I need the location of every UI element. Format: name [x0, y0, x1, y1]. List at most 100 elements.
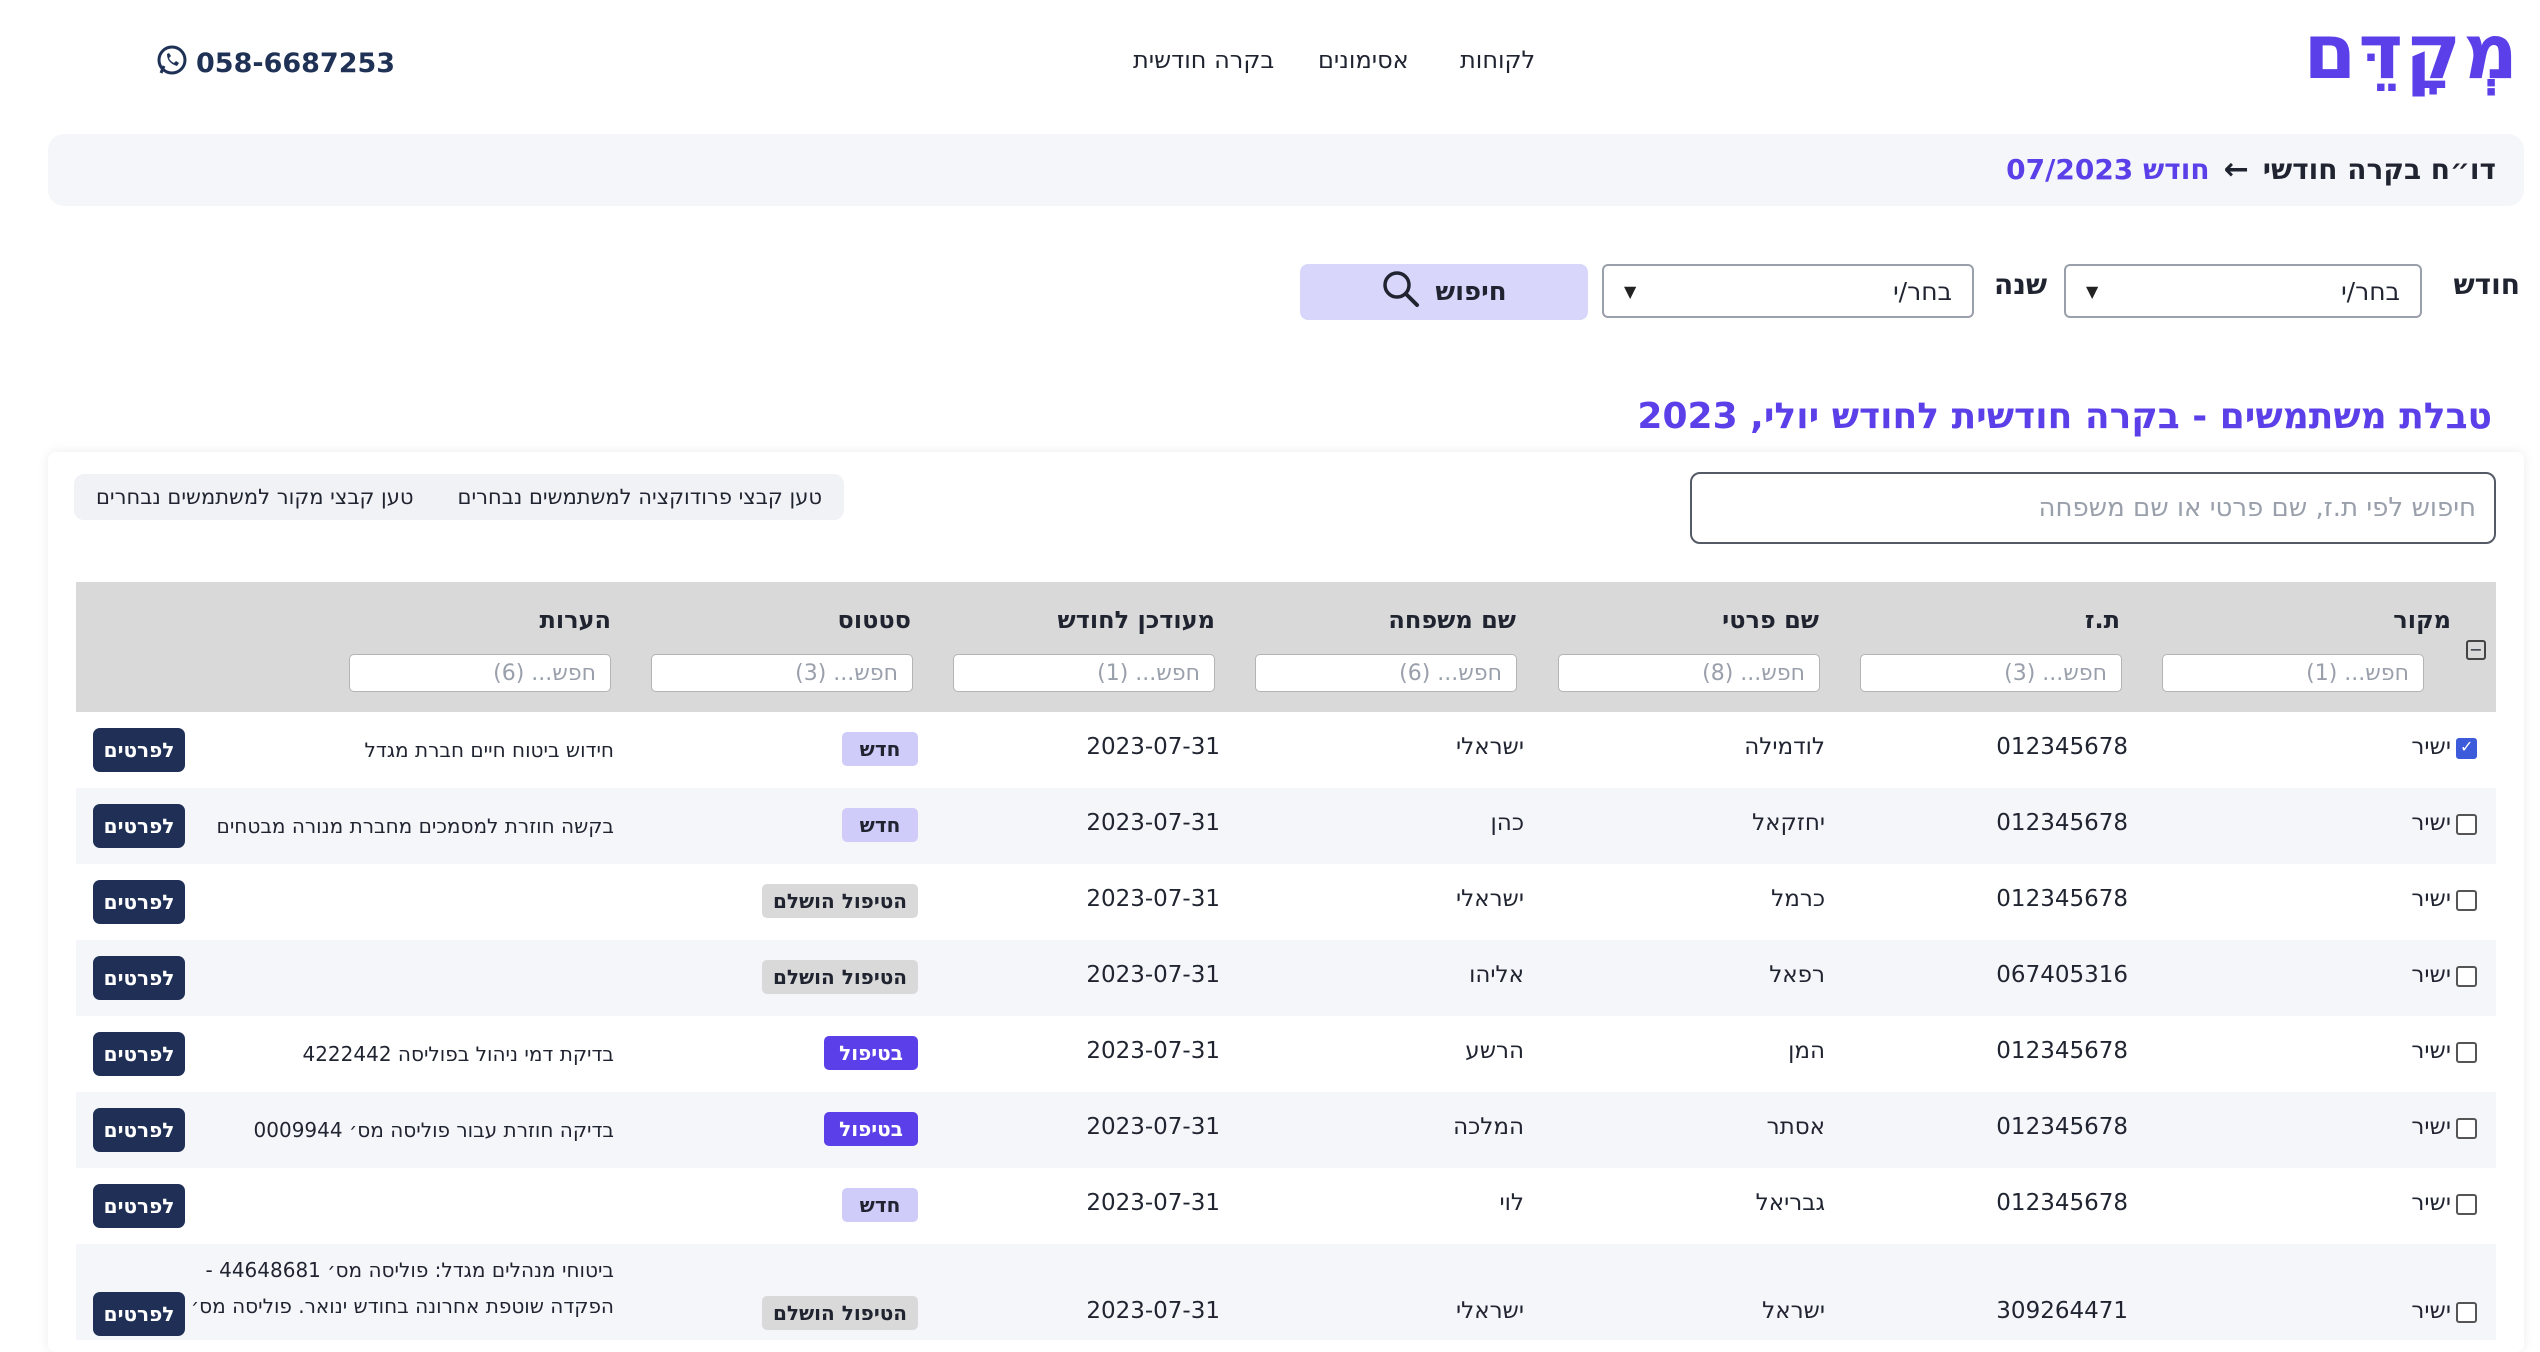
cell-last-name: אליהו [1469, 962, 1524, 988]
cell-source: ישיר [2411, 734, 2451, 760]
table-row [76, 1168, 2496, 1244]
status-badge: חדש [842, 808, 918, 842]
row-checkbox[interactable] [2456, 737, 2477, 759]
cell-notes-line: ביטוחי מנהלים מגדל: פוליסה מס׳ 44648681 … [205, 1258, 614, 1282]
cell-updated-month: 2023-07-31 [1086, 1298, 1220, 1324]
breadcrumb-parent[interactable]: דו״ח בקרה חודשי [2263, 153, 2496, 186]
cell-id: 012345678 [1996, 1190, 2128, 1216]
year-select-value: בחר/י [1893, 276, 1952, 306]
month-label: חודש [2453, 268, 2520, 301]
details-button[interactable]: לפרטים [93, 880, 185, 924]
year-select[interactable]: בחר/י ▼ [1602, 264, 1974, 318]
filter-last-name-input[interactable] [1255, 654, 1517, 692]
cell-notes: בדיקת דמי ניהול בפוליסה 4222442 [302, 1042, 614, 1066]
cell-last-name: המלכה [1453, 1114, 1524, 1140]
filter-updated-month-input[interactable] [953, 654, 1215, 692]
phone-number: 058-6687253 [196, 48, 396, 79]
cell-first-name: אסתר [1766, 1114, 1825, 1140]
column-header-last-name[interactable]: שם משפחה [1388, 606, 1516, 634]
cell-last-name: ישראלי [1455, 734, 1524, 760]
cell-source: ישיר [2411, 1114, 2451, 1140]
column-header-id[interactable]: ת.ז [2085, 606, 2120, 634]
details-button[interactable]: לפרטים [93, 804, 185, 848]
cell-updated-month: 2023-07-31 [1086, 1114, 1220, 1140]
filter-status-input[interactable] [651, 654, 913, 692]
status-badge: הטיפול הושלם [762, 1296, 918, 1330]
filter-id-input[interactable] [1860, 654, 2122, 692]
cell-id: 012345678 [1996, 1114, 2128, 1140]
column-header-status[interactable]: סטטוס [838, 606, 911, 634]
column-header-first-name[interactable]: שם פרטי [1722, 606, 1819, 634]
row-checkbox[interactable] [2456, 1118, 2477, 1139]
global-search-input[interactable] [1690, 472, 2496, 544]
cell-first-name: גבריאל [1755, 1190, 1825, 1216]
row-checkbox[interactable] [2456, 890, 2477, 911]
cell-notes: בדיקה חוזרת עבור פוליסה מס׳ 0009944 [253, 1118, 614, 1142]
row-checkbox[interactable] [2456, 814, 2477, 835]
cell-updated-month: 2023-07-31 [1086, 734, 1220, 760]
cell-last-name: כהן [1490, 810, 1524, 836]
cell-updated-month: 2023-07-31 [1086, 1190, 1220, 1216]
column-header-updated-month[interactable]: מעודכן לחודש [1058, 606, 1215, 634]
details-button[interactable]: לפרטים [93, 728, 185, 772]
status-badge: חדש [842, 732, 918, 766]
cell-notes: בקשה חוזרת למסמכים מחברת מנורה מבטחים [216, 814, 614, 838]
cell-source: ישיר [2411, 1038, 2451, 1064]
status-badge: חדש [842, 1188, 918, 1222]
filter-first-name-input[interactable] [1558, 654, 1820, 692]
cell-source: ישיר [2411, 1190, 2451, 1216]
details-button[interactable]: לפרטים [93, 1292, 185, 1336]
status-badge: בטיפול [824, 1112, 918, 1146]
cell-first-name: המן [1788, 1038, 1825, 1064]
cell-updated-month: 2023-07-31 [1086, 962, 1220, 988]
nav-tokens[interactable]: אסימונים [1318, 46, 1409, 74]
cell-id: 012345678 [1996, 1038, 2128, 1064]
cell-source: ישיר [2411, 886, 2451, 912]
cell-last-name: ישראלי [1455, 886, 1524, 912]
details-button[interactable]: לפרטים [93, 956, 185, 1000]
cell-first-name: רפאל [1769, 962, 1825, 988]
nav-monthly-control[interactable]: בקרה חודשית [1133, 46, 1274, 74]
load-production-files-button[interactable]: טען קבצי פרודוקציה למשתמשים נבחרים [458, 485, 822, 509]
cell-first-name: יחזקאל [1752, 810, 1825, 836]
status-badge: הטיפול הושלם [762, 960, 918, 994]
column-header-source[interactable]: מקור [2393, 606, 2451, 634]
arrow-left-icon: ← [2223, 152, 2249, 187]
table-row [76, 864, 2496, 940]
whatsapp-icon [156, 44, 188, 83]
caret-down-icon: ▼ [1624, 281, 1637, 301]
details-button[interactable]: לפרטים [93, 1032, 185, 1076]
caret-down-icon: ▼ [2086, 281, 2099, 301]
filter-source-input[interactable] [2162, 654, 2424, 692]
cell-first-name: ישראל [1762, 1298, 1825, 1324]
cell-last-name: לוי [1499, 1190, 1524, 1216]
cell-last-name: ישראלי [1455, 1298, 1524, 1324]
nav-customers[interactable]: לקוחות [1460, 46, 1535, 74]
month-select[interactable]: בחר/י ▼ [2064, 264, 2422, 318]
cell-source: ישיר [2411, 1298, 2451, 1324]
phone-contact[interactable]: 058-6687253 [156, 44, 395, 83]
cell-updated-month: 2023-07-31 [1086, 1038, 1220, 1064]
month-select-value: בחר/י [2341, 276, 2400, 306]
cell-first-name: לודמילה [1744, 734, 1825, 760]
section-title: טבלת משתמשים - בקרה חודשית לחודש יולי, 2… [1637, 396, 2492, 437]
details-button[interactable]: לפרטים [93, 1184, 185, 1228]
row-checkbox[interactable] [2456, 1302, 2477, 1323]
row-checkbox[interactable] [2456, 1042, 2477, 1063]
load-source-files-button[interactable]: טען קבצי מקור למשתמשים נבחרים [96, 485, 414, 509]
logo[interactable]: מְקָדֵּם [2303, 14, 2520, 90]
search-button[interactable]: חיפוש [1300, 264, 1588, 320]
column-header-notes[interactable]: הערות [539, 606, 611, 634]
filter-notes-input[interactable] [349, 654, 611, 692]
row-checkbox[interactable] [2456, 966, 2477, 987]
breadcrumb: דו״ח בקרה חודשי ← חודש 07/2023 [2006, 152, 2496, 187]
details-button[interactable]: לפרטים [93, 1108, 185, 1152]
cell-notes: חידוש ביטוח חיים חברת מגדל [364, 738, 614, 762]
status-badge: בטיפול [824, 1036, 918, 1070]
cell-notes-line: הפקדה שוטפת אחרונה בחודש ינואר. פוליסה מ… [190, 1294, 614, 1318]
status-badge: הטיפול הושלם [762, 884, 918, 918]
cell-first-name: כרמל [1771, 886, 1825, 912]
cell-id: 067405316 [1996, 962, 2128, 988]
row-checkbox[interactable] [2456, 1194, 2477, 1215]
select-all-checkbox[interactable]: − [2466, 640, 2486, 660]
